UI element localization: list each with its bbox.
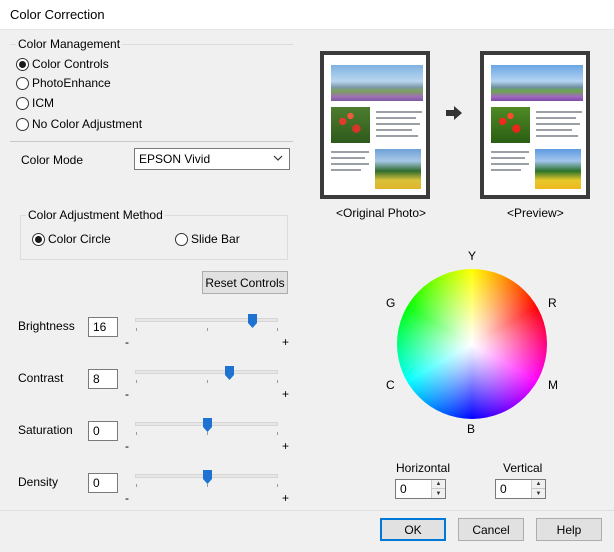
radio-label: Color Controls	[32, 57, 109, 71]
button-bar: OK Cancel Help	[0, 510, 614, 552]
radio-label: PhotoEnhance	[32, 76, 111, 90]
radio-button[interactable]	[16, 76, 29, 90]
slider-plus-label: +	[282, 335, 290, 349]
title-bar: Color Correction	[0, 0, 614, 30]
slider-plus-label: +	[282, 387, 290, 401]
dialog-body: Color Management Color Controls PhotoEnh…	[0, 30, 614, 510]
slider-tick	[207, 432, 208, 435]
horizontal-label: Horizontal	[396, 461, 451, 475]
circle-label-y: Y	[468, 249, 477, 263]
slider-tick	[136, 432, 137, 435]
radio-slide-bar[interactable]: Slide Bar	[175, 232, 240, 246]
circle-label-c: C	[386, 378, 395, 392]
radio-no-color-adjustment[interactable]: No Color Adjustment	[16, 117, 142, 131]
circle-label-r: R	[548, 296, 557, 310]
slider-label: Contrast	[18, 371, 64, 385]
slider-tick	[207, 328, 208, 331]
slider-plus-label: +	[282, 491, 290, 505]
radio-button[interactable]	[16, 96, 29, 110]
right-arrow-icon	[446, 106, 462, 123]
radio-icm[interactable]: ICM	[16, 96, 54, 110]
slider-tick	[207, 484, 208, 487]
slider-tick	[277, 484, 278, 487]
slider-tick	[136, 328, 137, 331]
color-mode-select[interactable]: EPSON Vivid	[134, 148, 290, 170]
reset-controls-button[interactable]: Reset Controls	[202, 271, 288, 294]
chevron-down-icon	[273, 152, 283, 166]
radio-color-controls[interactable]: Color Controls	[16, 57, 109, 71]
preview-caption: <Preview>	[507, 206, 564, 220]
color-mode-value: EPSON Vivid	[139, 152, 211, 166]
divider	[10, 141, 293, 142]
radio-color-circle[interactable]: Color Circle	[32, 232, 111, 246]
vertical-spinner[interactable]: 0 ▲ ▼	[495, 479, 546, 499]
radio-button[interactable]	[175, 232, 188, 246]
slider-minus-label: -	[125, 335, 129, 349]
vertical-value: 0	[500, 482, 507, 496]
slider-thumb[interactable]	[225, 366, 235, 380]
horizontal-value: 0	[400, 482, 407, 496]
radio-button[interactable]	[32, 232, 45, 246]
original-photo	[320, 51, 430, 199]
slider-tick	[136, 380, 137, 383]
preview-photo	[480, 51, 590, 199]
slider-tick	[277, 432, 278, 435]
spinner-up-icon[interactable]: ▲	[531, 480, 545, 489]
slider-thumb[interactable]	[202, 418, 212, 432]
slider-value-field[interactable]: 0	[88, 421, 118, 441]
slider-tick	[207, 380, 208, 383]
color-management-label: Color Management	[16, 37, 123, 51]
radio-button[interactable]	[16, 57, 29, 71]
color-adjustment-method-label: Color Adjustment Method	[26, 208, 165, 222]
radio-label: ICM	[32, 96, 54, 110]
slider-tick	[136, 484, 137, 487]
window-title: Color Correction	[10, 7, 105, 22]
slider-value: 0	[93, 476, 100, 490]
spinner-down-icon[interactable]: ▼	[431, 489, 445, 498]
slider-label: Brightness	[18, 319, 75, 333]
circle-label-b: B	[467, 422, 476, 436]
radio-label: Slide Bar	[191, 232, 240, 246]
radio-label: No Color Adjustment	[32, 117, 143, 131]
slider-minus-label: -	[125, 387, 129, 401]
vertical-label: Vertical	[503, 461, 543, 475]
slider-tick	[277, 328, 278, 331]
slider-value: 0	[93, 424, 100, 438]
color-mode-label: Color Mode	[21, 153, 84, 167]
slider-value-field[interactable]: 0	[88, 473, 118, 493]
slider-plus-label: +	[282, 439, 290, 453]
flower-image	[331, 107, 370, 143]
ok-button[interactable]: OK	[380, 518, 446, 541]
slider-minus-label: -	[125, 491, 129, 505]
horizontal-spinner[interactable]: 0 ▲ ▼	[395, 479, 446, 499]
circle-label-g: G	[386, 296, 396, 310]
help-button[interactable]: Help	[536, 518, 602, 541]
radio-photoenhance[interactable]: PhotoEnhance	[16, 76, 111, 90]
slider-label: Saturation	[18, 423, 73, 437]
slider-value-field[interactable]: 16	[88, 317, 118, 337]
slider-thumb[interactable]	[202, 470, 212, 484]
slider-track[interactable]	[135, 370, 278, 374]
slider-value: 8	[93, 372, 100, 386]
slider-value-field[interactable]: 8	[88, 369, 118, 389]
landscape-image	[331, 65, 423, 101]
field-image	[535, 149, 581, 189]
slider-thumb[interactable]	[248, 314, 258, 328]
spinner-up-icon[interactable]: ▲	[431, 480, 445, 489]
slider-label: Density	[18, 475, 59, 489]
flower-image	[491, 107, 530, 143]
slider-minus-label: -	[125, 439, 129, 453]
field-image	[375, 149, 421, 189]
original-photo-caption: <Original Photo>	[336, 206, 427, 220]
radio-button[interactable]	[16, 117, 29, 131]
spinner-down-icon[interactable]: ▼	[531, 489, 545, 498]
cancel-button[interactable]: Cancel	[458, 518, 524, 541]
slider-value: 16	[93, 320, 107, 334]
landscape-image	[491, 65, 583, 101]
radio-label: Color Circle	[48, 232, 111, 246]
slider-tick	[277, 380, 278, 383]
circle-label-m: M	[548, 378, 558, 392]
crosshair-icon[interactable]: +	[467, 334, 475, 350]
